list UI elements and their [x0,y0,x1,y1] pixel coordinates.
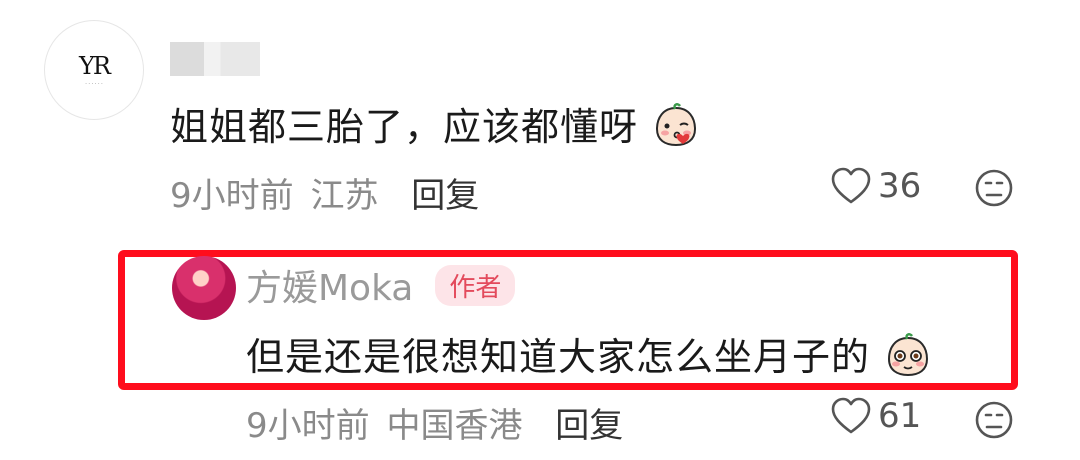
avatar-logo-text: YR [79,51,111,80]
comment-text-row: 姐姐都三胎了，应该都懂呀 [170,96,699,151]
reply-time: 9小时前 [246,406,370,446]
heart-outline-icon [831,397,871,434]
comment-like-count: 36 [878,166,922,206]
reply-text-row: 但是还是很想知道大家怎么坐月子的 [246,326,931,381]
avatar-logo-subtext: · · · · · · [85,80,103,87]
comment-location: 江苏 [310,176,379,216]
heart-outline-icon [831,167,871,204]
author-name[interactable]: 方媛Moka [246,259,413,311]
comment-time: 9小时前 [170,176,294,216]
comment-like-button[interactable]: 36 [830,166,921,206]
comment-text: 姐姐都三胎了，应该都懂呀 [170,105,639,149]
author-header: 方媛Moka 作者 [246,259,516,311]
author-avatar[interactable] [172,256,236,320]
comment-meta: 9小时前 江苏 回复 [170,168,479,217]
dislike-face-icon[interactable] [974,168,1014,208]
reply-like-button[interactable]: 61 [830,396,921,436]
reply-reply-button[interactable]: 回复 [555,406,623,446]
reply-text: 但是还是很想知道大家怎么坐月子的 [246,335,871,379]
dislike-face-icon[interactable] [974,400,1014,440]
reply-meta: 9小时前 中国香港 回复 [246,398,623,447]
comment-reply-button[interactable]: 回复 [411,176,479,216]
author-badge: 作者 [435,264,516,306]
reply-location: 中国香港 [386,406,523,446]
blush-kiss-emoji-icon [656,103,697,147]
pleading-emoji-icon [888,333,929,377]
reply-like-count: 61 [878,396,922,436]
commenter-name-redacted[interactable] [170,42,260,76]
commenter-avatar[interactable]: YR · · · · · · [44,20,144,120]
